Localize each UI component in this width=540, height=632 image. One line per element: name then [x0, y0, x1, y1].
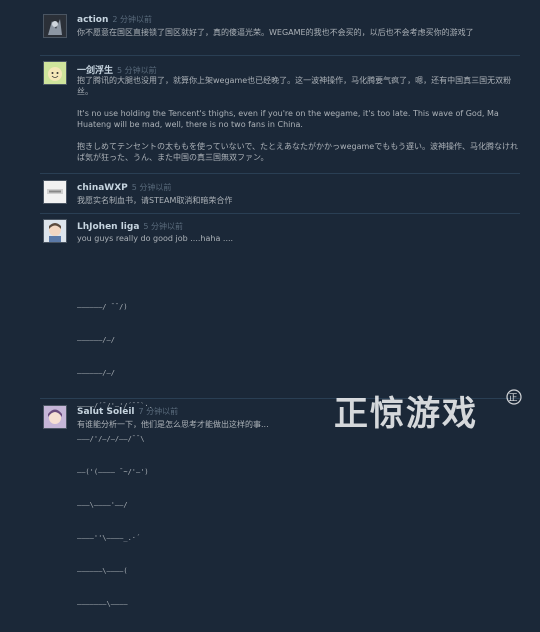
- comment-divider: [40, 213, 520, 214]
- comment-text: you guys really do good job ....haha ...…: [77, 234, 234, 243]
- comment-text: 你不愿意在国区直接锁了国区就好了，真的傻逼光荣。WEGAME的我也不会买的，以后…: [77, 28, 474, 37]
- comment-timestamp: 2 分钟以前: [112, 15, 153, 24]
- comment-timestamp: 5 分钟以前: [131, 183, 172, 192]
- avatar[interactable]: [43, 219, 67, 243]
- ascii-art-line: ——————/—/: [77, 369, 115, 377]
- comment-timestamp: 5 分钟以前: [117, 66, 157, 75]
- comment-text: 抱了腾讯的大腿也没用了，就算你上架wegame也已经晚了。这一波神操作，马化腾要…: [77, 76, 518, 162]
- comment-author[interactable]: chinaWXP 5 分钟以前: [77, 182, 171, 193]
- ascii-art-line: ———————\————: [77, 600, 128, 608]
- ascii-art-line: ——('(———— ¯~/'—'): [77, 468, 149, 476]
- avatar[interactable]: [43, 61, 67, 85]
- avatar[interactable]: [43, 14, 67, 38]
- ascii-art-line: ———/'/—/—/——/¯¯\: [77, 435, 145, 443]
- comment-text: 有谁能分析一下，他们是怎么思考才能做出这样的事...: [77, 420, 269, 429]
- avatar[interactable]: [43, 405, 67, 429]
- ascii-art-line: ———\————'——/: [77, 501, 128, 509]
- ascii-art: ——————/ ¯¯/) ——————/—/ ——————/—/ ————/´¯…: [77, 280, 153, 632]
- comment-author[interactable]: LhJohen liga 5 分钟以前: [77, 221, 183, 232]
- comment-author[interactable]: Salut Soleil 7 分钟以前: [77, 406, 178, 417]
- comment-divider: [40, 173, 520, 174]
- comment-text: 我愿实名制血书，请STEAM取消和暗荣合作: [77, 196, 233, 205]
- comment-author[interactable]: action 2 分钟以前: [77, 14, 152, 25]
- comment-timestamp: 5 分钟以前: [143, 222, 184, 231]
- comment-divider: [40, 398, 520, 399]
- ascii-art-line: ——————\————(: [77, 567, 128, 575]
- avatar[interactable]: [43, 180, 67, 204]
- ascii-art-line: ————''\————_.·´: [77, 534, 141, 542]
- ascii-art-line: ——————/ ¯¯/): [77, 303, 128, 311]
- ascii-art-line: ——————/—/: [77, 336, 115, 344]
- comment-timestamp: 7 分钟以前: [138, 407, 179, 416]
- comment-divider: [40, 55, 520, 56]
